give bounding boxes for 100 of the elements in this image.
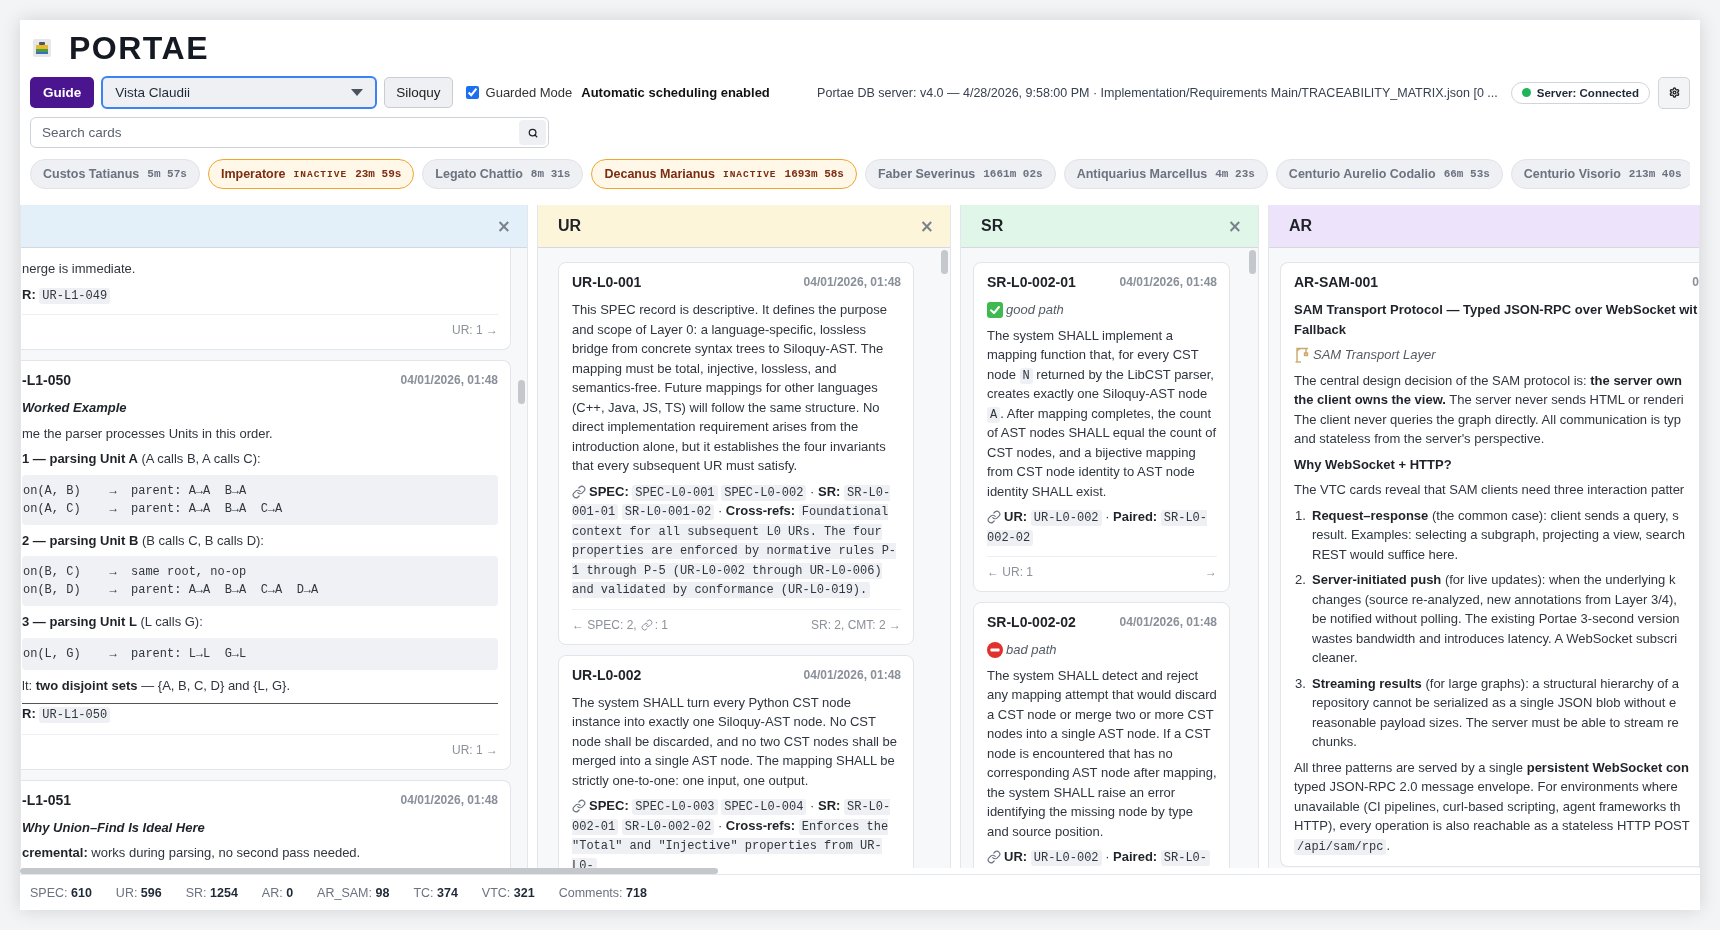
agent-chip[interactable]: Antiquarius Marcellus 4m 23s: [1063, 159, 1268, 189]
scrollbar-thumb[interactable]: [518, 380, 525, 404]
card-text: The central design decision of the SAM protocol is: the server own: [1294, 371, 1684, 390]
tag-label: good path: [1006, 301, 1064, 319]
code-block: on(A, B) → parent: A→A B→A on(A, C) → parent: A→A B→A C→A: [22, 474, 498, 525]
connection-label: Server: Connected: [1536, 86, 1639, 99]
guarded-mode-label: Guarded Mode: [485, 85, 573, 100]
guarded-mode-checkbox[interactable]: [465, 86, 479, 99]
card-date: 0: [1692, 274, 1699, 292]
card-date: 04/01/2026, 01:48: [400, 372, 498, 390]
forward-link-button[interactable]: UR: 1 →: [452, 322, 498, 338]
link-icon: [572, 799, 586, 813]
app-title: PORTAE: [69, 29, 209, 68]
card-id: UR-L0-002: [572, 665, 642, 685]
crane-icon: [1294, 346, 1310, 363]
status-stat: AR: 0: [261, 885, 294, 900]
card-text: The client never queries the graph directly. All communication is typ: [1294, 410, 1683, 429]
card-title: SAM Transport Protocol — Typed JSON-RPC over WebSocket wit: [1294, 301, 1699, 319]
card-text: The system SHALL turn every Python CST node instance into exactly one Siloquy-AST node. No CST node shall be discarded, and no two CST nodes shall be merged into a single AST node. The mapping SHALL be strictly one-to-one: one input, one output.: [572, 693, 898, 790]
close-button[interactable]: ×: [917, 216, 936, 236]
card-text: Server-initiated push (for live updates): when the underlying k: [1312, 571, 1677, 589]
settings-button[interactable]: [1658, 76, 1690, 109]
scrollbar-thumb[interactable]: [1249, 250, 1256, 274]
card-text: me the parser processes Units in this order.: [22, 424, 274, 443]
card-date: 04/01/2026, 01:48: [1119, 274, 1217, 292]
code-block: on(L, G) → parent: L→L G→L: [22, 637, 498, 670]
backlink-button[interactable]: ← UR: 1: [987, 564, 1033, 580]
column-title: AR: [1289, 217, 1313, 235]
card-heading: Worked Example: [22, 399, 128, 417]
card-text: R: UR-L1-050: [22, 704, 498, 724]
card-text: cremental: works during parsing, no second pass needed.: [22, 844, 362, 862]
card-heading: Why Union–Find Is Ideal Here: [22, 818, 206, 837]
card-text: be notified without polling. The existing Portae 3-second version: [1312, 610, 1681, 628]
agent-chip[interactable]: Custos Tatianus 5m 57s: [30, 159, 200, 189]
agent-chip[interactable]: Centurio Visorio 213m 40s: [1510, 159, 1690, 189]
siloquy-button[interactable]: Siloquy: [384, 77, 453, 108]
card-id: -L1-051: [22, 790, 72, 810]
caret-icon: [351, 89, 364, 96]
card-date: 04/01/2026, 01:48: [803, 274, 901, 292]
status-stat: UR: 596: [115, 885, 162, 900]
card-text: Streaming results (for large graphs): a structural hierarchy of a: [1312, 674, 1681, 693]
close-button[interactable]: ×: [1225, 216, 1244, 236]
link-icon: [572, 484, 586, 499]
card-text: changes (source re-analyzed, new annotations from Layer 3/4),: [1312, 590, 1678, 609]
forward-link-button[interactable]: →: [1205, 564, 1217, 580]
refs-text: UR: UR-L0-002 · Paired: SR-L0-002-02: [987, 508, 1209, 546]
agent-chip[interactable]: Legato Chattio 8m 31s: [422, 159, 584, 189]
toolbox-icon: [33, 39, 51, 57]
backlink-button[interactable]: ← SPEC: 2, : 1: [572, 616, 669, 633]
list-number: 3.: [1295, 674, 1307, 693]
card-text: typed JSON-RPC 2.0 message envelope. For environments where: [1294, 778, 1679, 796]
card-text: wastes bandwidth and introduces latency. A WebSocket subscri: [1312, 629, 1679, 648]
card-text: 2 — parsing Unit B (B calls C, B calls D):: [22, 531, 265, 550]
search-field[interactable]: Search cards: [30, 117, 549, 148]
agent-chip[interactable]: Imperatore INACTIVE 23m 59s: [207, 159, 415, 189]
search-button[interactable]: [519, 120, 546, 145]
column-title: UR: [558, 217, 582, 235]
card-text: HTTP), every operation is also reachable as a stateless HTTP POST: [1294, 817, 1691, 835]
card-text: The system SHALL detect and reject any mapping attempt that would discard a CST node or merge two or more CST nodes into a single AST node. If a CST node is encountered that has no corresponding AST node after mapping, the system SHALL raise an error identifying the missing node by type and source position.: [987, 666, 1217, 841]
card-text: cleaner.: [1312, 649, 1359, 667]
agent-chip[interactable]: Centurio Aurelio Codalio 66m 53s: [1275, 159, 1503, 189]
card-text: the client owns the view. The server never sends HTML or renderi: [1294, 391, 1685, 409]
card-title: Fallback: [1294, 320, 1348, 339]
refs-text: SPEC: SPEC-L0-001 SPEC-L0-002 · SR: SR-L0-001-01 SR-L0-001-02 · Cross-refs: Foundational context for all subsequent L0 URs. The four properties are enforced by normative rules P-1 through P-5 (UR-L0-002 through UR-L0-006) and validated by conformance (UR-L0-019).: [572, 482, 898, 599]
card-text: nerge is immediate.: [22, 260, 137, 278]
view-select[interactable]: Vista Claudii: [101, 76, 378, 109]
card-id: UR-L0-001: [572, 273, 642, 293]
forward-link-button[interactable]: SR: 2, CMT: 2 →: [810, 616, 901, 633]
forward-link-button[interactable]: UR: 1 →: [452, 741, 498, 758]
card-id: AR-SAM-001: [1294, 273, 1378, 293]
tag-label: bad path: [1006, 641, 1057, 659]
guide-button[interactable]: Guide: [30, 77, 95, 108]
agent-chip[interactable]: Faber Severinus 1661m 02s: [864, 159, 1056, 189]
card-id: SR-L0-002-01: [987, 273, 1076, 293]
tag-label: SAM Transport Layer: [1313, 346, 1436, 364]
card-text: /api/sam/rpc .: [1294, 835, 1699, 855]
card-id: SR-L0-002-02: [987, 613, 1076, 633]
search-icon: [527, 127, 538, 138]
card-text: The VTC cards reveal that SAM clients need three interaction patter: [1294, 481, 1686, 499]
card-date: 04/01/2026, 01:48: [803, 666, 901, 684]
card-text: This SPEC record is descriptive. It defines the purpose and scope of Layer 0: a language-specific, lossless bridge from concrete syntax trees to Siloquy-AST. The mapping must be total, injective, lossless, and semantics-free. Future mappings for other languages (C++, Java, JS, TS) will follow the same structure. No direct implementation requirement arises from the introduction alone, but it establishes the four invariants that every subsequent UR must satisfy.: [572, 301, 889, 475]
link-icon: [987, 510, 1001, 524]
status-stat: TC: 374: [413, 885, 458, 900]
card-date: 04/01/2026, 01:48: [400, 791, 498, 809]
card-text: All three patterns are served by a single persistent WebSocket con: [1294, 758, 1690, 777]
close-button[interactable]: ×: [494, 216, 513, 236]
server-info: Portae DB server: v4.0 — 4/28/2026, 9:58:00 PM · Implementation/Requirements Main/TRACEABILITY_MATRIX.json [0 ...: [817, 85, 1498, 100]
card-text: repository cannot be serialized as a single JSON blob without e: [1312, 694, 1678, 712]
agent-chip[interactable]: Decanus Marianus INACTIVE 1693m 58s: [591, 159, 857, 189]
card-id: -L1-050: [22, 371, 72, 391]
card-text: unavailable (CI pipelines, curl-based scripting, agent frameworks th: [1294, 797, 1682, 816]
scrollbar-thumb[interactable]: [20, 868, 718, 874]
card-text: The system SHALL implement a mapping function that, for every CST node N returned by the LibCST parser, creates exactly one Siloquy-AST node A . After mapping completes, the count of AST nodes SHALL equal the count of CST nodes, and a bijective mapping from CST node identity to AST node identity SHALL exist.: [987, 326, 1217, 501]
scrollbar-thumb[interactable]: [941, 250, 948, 274]
card-text: result. Examples: selecting a subgraph, projecting a view, search: [1312, 526, 1686, 544]
link-icon: [987, 850, 1001, 864]
settings-icon: [1668, 87, 1680, 98]
card-text: 1 — parsing Unit A (A calls B, A calls C):: [22, 450, 262, 468]
link-icon: [640, 618, 653, 631]
card-text: Request–response (the common case): client sends a query, s: [1312, 506, 1680, 525]
